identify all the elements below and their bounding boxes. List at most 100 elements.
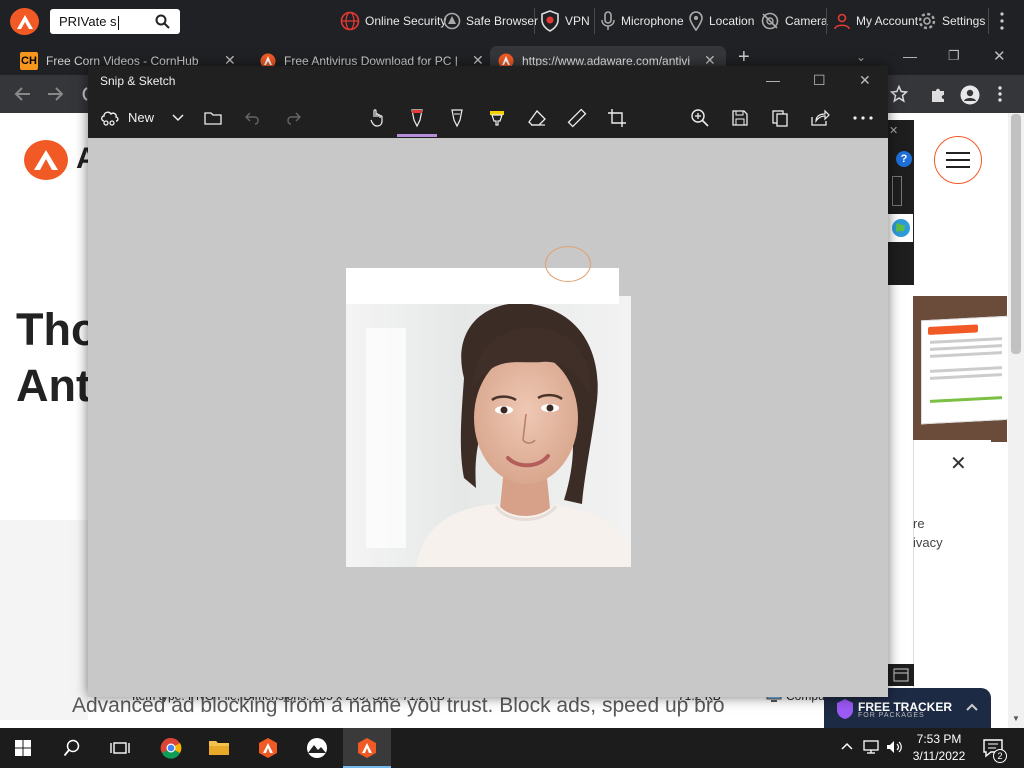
browser-restore-icon[interactable]: ❐ bbox=[948, 48, 960, 64]
snip-maximize-icon[interactable]: ☐ bbox=[813, 72, 826, 89]
tracker-logo-icon bbox=[836, 698, 854, 720]
camera-label: Camera bbox=[785, 14, 828, 28]
microphone-icon bbox=[601, 11, 615, 30]
toolbar-search-input[interactable]: PRIVate s bbox=[50, 9, 180, 34]
open-file-folder-icon[interactable] bbox=[201, 107, 225, 129]
location-label: Location bbox=[709, 14, 755, 28]
file-explorer-icon[interactable] bbox=[206, 736, 232, 760]
popup-close-icon[interactable]: ✕ bbox=[950, 451, 967, 476]
online-security-button[interactable]: Online Security bbox=[340, 10, 446, 32]
tray-chevron-up-icon[interactable] bbox=[840, 741, 854, 751]
location-pin-icon bbox=[689, 11, 703, 31]
gear-icon bbox=[918, 12, 936, 30]
extensions-puzzle-icon[interactable] bbox=[929, 85, 947, 103]
browser-close-icon[interactable]: ✕ bbox=[993, 47, 1006, 65]
popup-text: re bbox=[913, 516, 925, 531]
page-section-background bbox=[0, 520, 88, 720]
share-icon[interactable] bbox=[808, 107, 832, 129]
back-arrow-icon[interactable] bbox=[14, 85, 32, 103]
snip-sketch-taskbar-icon[interactable] bbox=[304, 736, 330, 760]
pencil-icon[interactable] bbox=[445, 107, 469, 129]
promo-app-card bbox=[921, 315, 1011, 425]
toolbar-search-value: PRIVate s bbox=[59, 14, 117, 29]
snip-close-icon[interactable]: ✕ bbox=[859, 72, 871, 89]
ballpoint-pen-icon[interactable] bbox=[405, 107, 429, 129]
adaware-logo-icon[interactable] bbox=[10, 8, 39, 35]
my-account-label: My Account bbox=[856, 14, 919, 28]
vpn-shield-icon bbox=[541, 10, 559, 32]
background-input-edge bbox=[892, 176, 902, 206]
user-icon bbox=[834, 13, 850, 30]
help-question-icon[interactable]: ? bbox=[896, 151, 912, 167]
thumbnail-view-icon[interactable] bbox=[888, 664, 914, 686]
network-icon[interactable] bbox=[862, 739, 880, 755]
tracker-subtitle: FOR PACKAGES bbox=[858, 712, 925, 719]
new-snip-button[interactable]: New bbox=[128, 110, 154, 125]
page-tagline: Advanced ad blocking from a name you tru… bbox=[72, 694, 725, 717]
redo-icon[interactable] bbox=[281, 107, 305, 129]
copy-icon[interactable] bbox=[768, 107, 792, 129]
save-disk-icon[interactable] bbox=[728, 107, 752, 129]
safe-browser-icon bbox=[443, 12, 461, 30]
adaware-active-taskbar-icon[interactable] bbox=[354, 736, 380, 760]
canvas-gap bbox=[619, 268, 631, 296]
reload-icon[interactable] bbox=[78, 85, 88, 103]
touch-writing-icon[interactable] bbox=[365, 107, 389, 129]
tab-search-chevron-icon[interactable]: ⌄ bbox=[856, 50, 866, 64]
windows-start-icon[interactable] bbox=[10, 736, 36, 760]
notification-count-badge: 2 bbox=[993, 749, 1007, 763]
my-account-button[interactable]: My Account bbox=[833, 10, 918, 32]
crop-icon[interactable] bbox=[605, 107, 629, 129]
snipped-photo-woman[interactable] bbox=[346, 268, 631, 567]
vpn-button[interactable]: VPN bbox=[540, 10, 590, 32]
zoom-in-icon[interactable] bbox=[688, 107, 712, 129]
highlighter-icon[interactable] bbox=[485, 107, 509, 129]
new-snip-icon[interactable] bbox=[98, 107, 122, 129]
microphone-label: Microphone bbox=[621, 14, 684, 28]
cornhub-favicon-icon: CH bbox=[20, 51, 38, 70]
task-view-icon[interactable] bbox=[107, 736, 133, 760]
profile-avatar-icon[interactable] bbox=[960, 85, 980, 105]
safe-browser-label: Safe Browser bbox=[466, 14, 539, 28]
taskbar-search-icon[interactable] bbox=[59, 736, 85, 760]
search-icon[interactable] bbox=[155, 14, 170, 29]
clock-date[interactable]: 3/11/2022 bbox=[912, 749, 966, 763]
bookmark-star-icon[interactable] bbox=[890, 85, 908, 103]
globe-thumbnail-icon bbox=[887, 214, 913, 242]
clock-time[interactable]: 7:53 PM bbox=[912, 732, 966, 746]
vpn-label: VPN bbox=[565, 14, 590, 28]
page-hamburger-menu-icon[interactable] bbox=[934, 136, 982, 184]
location-button[interactable]: Location bbox=[688, 10, 754, 32]
safe-browser-button[interactable]: Safe Browser bbox=[443, 10, 538, 32]
selected-tool-indicator bbox=[397, 134, 437, 137]
chrome-icon[interactable] bbox=[158, 736, 184, 760]
snip-minimize-icon[interactable]: — bbox=[766, 72, 780, 88]
hero-heading-line: Tho bbox=[16, 304, 99, 355]
toolbar-more-icon[interactable] bbox=[1000, 12, 1004, 30]
eraser-icon[interactable] bbox=[525, 107, 549, 129]
volume-speaker-icon[interactable] bbox=[886, 739, 904, 755]
toolbar-divider bbox=[534, 8, 535, 34]
forward-arrow-icon[interactable] bbox=[46, 85, 64, 103]
background-window-edge bbox=[888, 664, 914, 686]
page-hero-heading: Tho Ant bbox=[16, 302, 98, 414]
page-popup-dialog bbox=[913, 440, 991, 728]
settings-label: Settings bbox=[942, 14, 986, 28]
page-scrollbar-thumb[interactable] bbox=[1011, 114, 1021, 354]
camera-button[interactable]: Camera bbox=[760, 10, 828, 32]
undo-icon[interactable] bbox=[241, 107, 265, 129]
background-close-icon[interactable]: ✕ bbox=[889, 124, 898, 137]
browser-minimize-icon[interactable]: — bbox=[903, 48, 917, 64]
globe-icon bbox=[340, 11, 360, 31]
page-adaware-logo-icon[interactable] bbox=[24, 140, 68, 180]
new-snip-dropdown-chevron-icon[interactable] bbox=[166, 107, 190, 129]
settings-button[interactable]: Settings bbox=[917, 10, 985, 32]
adaware-taskbar-icon[interactable] bbox=[255, 736, 281, 760]
microphone-button[interactable]: Microphone bbox=[600, 10, 684, 32]
scroll-down-arrow-icon[interactable]: ▼ bbox=[1012, 714, 1020, 723]
ruler-icon[interactable] bbox=[565, 107, 589, 129]
snipped-photo-circle-outline bbox=[545, 246, 591, 282]
see-more-ellipsis-icon[interactable] bbox=[851, 107, 875, 129]
browser-menu-icon[interactable] bbox=[998, 85, 1002, 103]
tracker-expand-chevron-icon[interactable] bbox=[965, 702, 979, 712]
